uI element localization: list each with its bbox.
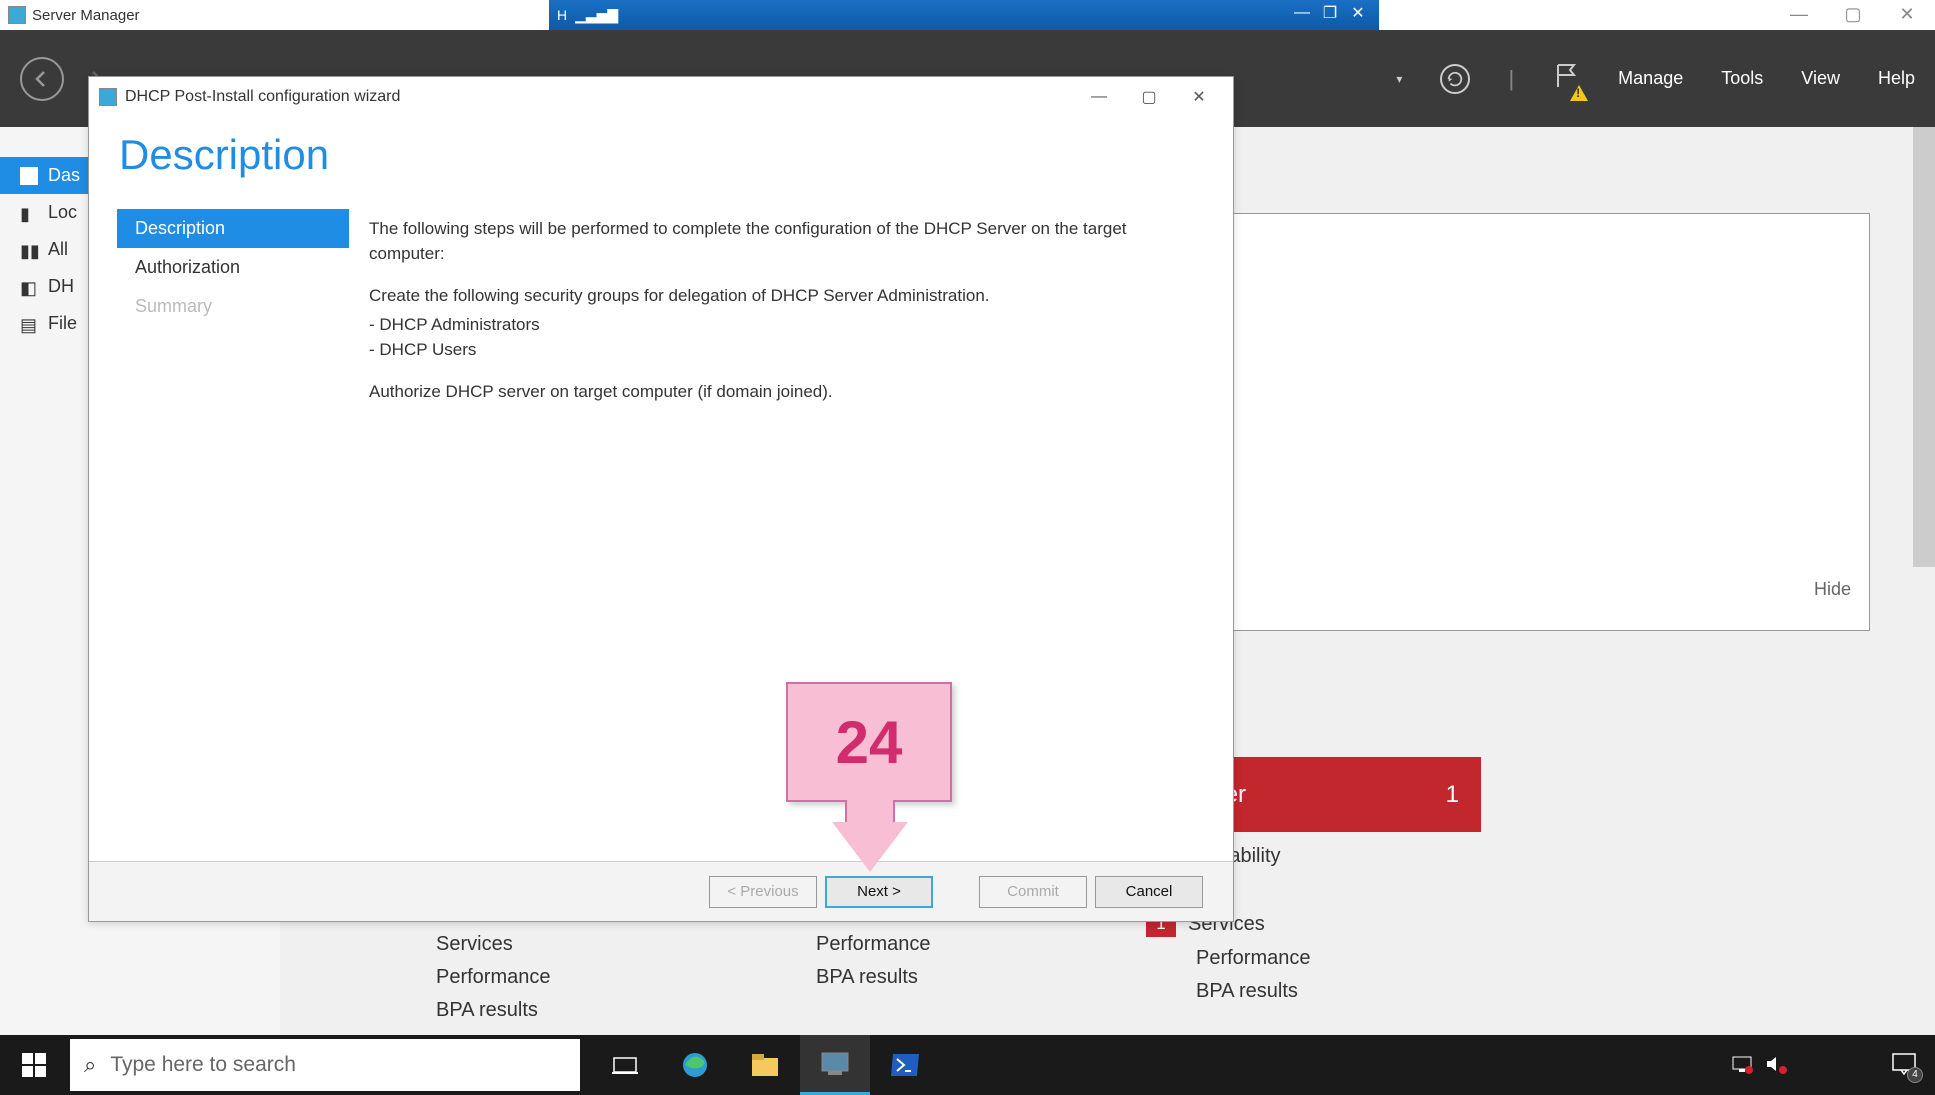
- vm-connection-bar: H ▁▃▅▇: [549, 0, 1379, 30]
- sidebar-item-label: All: [48, 239, 68, 260]
- list-item[interactable]: Performance: [436, 961, 551, 994]
- wizard-list-item: - DHCP Users: [369, 338, 1193, 363]
- outer-minimize-button[interactable]: —: [1781, 2, 1817, 26]
- menu-tools[interactable]: Tools: [1721, 68, 1763, 89]
- taskbar-apps: [590, 1035, 940, 1095]
- taskbar: ⌕ Type here to search 4: [0, 1035, 1935, 1095]
- back-button[interactable]: [20, 57, 64, 101]
- outer-window-title: Server Manager: [32, 7, 140, 24]
- wizard-text: Create the following security groups for…: [369, 284, 1193, 309]
- scrollbar-thumb[interactable]: [1913, 127, 1935, 567]
- wizard-steps-list: Description Authorization Summary: [89, 209, 349, 861]
- wizard-maximize-button[interactable]: ▢: [1125, 79, 1173, 115]
- menu-view[interactable]: View: [1801, 68, 1840, 89]
- servers-icon: ▮▮: [20, 241, 38, 259]
- network-icon[interactable]: [1731, 1054, 1753, 1077]
- previous-button: < Previous: [709, 876, 817, 908]
- wizard-text: The following steps will be performed to…: [369, 217, 1193, 266]
- wizard-window-controls: — ▢ ✕: [1075, 79, 1223, 115]
- wizard-list-item: - DHCP Administrators: [369, 313, 1193, 338]
- sidebar-item-label: File: [48, 313, 77, 334]
- server-manager-app[interactable]: [800, 1035, 870, 1095]
- separator: |: [1508, 66, 1514, 92]
- list-item[interactable]: Services: [436, 928, 551, 961]
- menu-manage[interactable]: Manage: [1618, 68, 1683, 89]
- explorer-app[interactable]: [730, 1035, 800, 1095]
- powershell-app[interactable]: [870, 1035, 940, 1095]
- vm-minimize-button[interactable]: —: [1290, 2, 1314, 24]
- sidebar-item-label: Loc: [48, 202, 77, 223]
- file-icon: ▤: [20, 315, 38, 333]
- vm-restore-button[interactable]: ❐: [1318, 2, 1342, 24]
- wizard-step-summary: Summary: [117, 287, 349, 326]
- dropdown-caret-icon[interactable]: ▾: [1396, 72, 1402, 86]
- vm-window-controls: — ❐ ✕: [1290, 2, 1370, 24]
- search-placeholder: Type here to search: [110, 1053, 296, 1077]
- start-button[interactable]: [0, 1035, 68, 1095]
- card-list-2: Performance BPA results: [816, 928, 931, 994]
- wizard-page-title: Description: [119, 131, 1203, 179]
- notifications-button[interactable]: 4: [1891, 1052, 1917, 1079]
- vm-net-icon: H: [557, 7, 567, 23]
- dashboard-icon: [20, 167, 38, 185]
- wizard-close-button[interactable]: ✕: [1175, 79, 1223, 115]
- next-button[interactable]: Next >: [825, 876, 933, 908]
- server-manager-icon: [8, 6, 26, 24]
- server-manager-menu: ▾ | Manage Tools View Help: [1396, 30, 1915, 127]
- outer-close-button[interactable]: ✕: [1889, 2, 1925, 26]
- wizard-icon: [99, 88, 117, 106]
- menu-help[interactable]: Help: [1878, 68, 1915, 89]
- commit-button: Commit: [979, 876, 1087, 908]
- sidebar-item-label: DH: [48, 276, 74, 297]
- search-icon: ⌕: [84, 1052, 96, 1078]
- warning-badge-icon: [1570, 85, 1588, 101]
- dhcp-wizard-window: DHCP Post-Install configuration wizard —…: [88, 76, 1234, 922]
- wizard-minimize-button[interactable]: —: [1075, 79, 1123, 115]
- vertical-scrollbar[interactable]: [1913, 127, 1935, 1035]
- taskbar-search[interactable]: ⌕ Type here to search: [70, 1039, 580, 1091]
- wizard-title: DHCP Post-Install configuration wizard: [125, 88, 400, 106]
- list-item[interactable]: BPA results: [436, 994, 551, 1027]
- list-item[interactable]: BPA results: [816, 961, 931, 994]
- wizard-step-description[interactable]: Description: [117, 209, 349, 248]
- notification-count-badge: 4: [1907, 1067, 1923, 1083]
- wizard-text: Authorize DHCP server on target computer…: [369, 380, 1193, 405]
- wizard-header: Description: [89, 117, 1233, 209]
- outer-maximize-button[interactable]: ▢: [1835, 2, 1871, 26]
- notifications-flag[interactable]: [1552, 62, 1580, 95]
- cancel-button[interactable]: Cancel: [1095, 876, 1203, 908]
- wizard-titlebar[interactable]: DHCP Post-Install configuration wizard —…: [89, 77, 1233, 117]
- wizard-footer: < Previous Next > Commit Cancel: [89, 861, 1233, 921]
- taskbar-tray: 4: [1731, 1052, 1935, 1079]
- wizard-body: Description Authorization Summary The fo…: [89, 209, 1233, 861]
- refresh-button[interactable]: [1440, 64, 1470, 94]
- server-icon: ▮: [20, 204, 38, 222]
- windows-icon: [22, 1053, 46, 1077]
- task-view-button[interactable]: [590, 1035, 660, 1095]
- list-item[interactable]: Performance: [1196, 942, 1311, 975]
- list-item[interactable]: Performance: [816, 928, 931, 961]
- volume-icon[interactable]: [1765, 1054, 1787, 1077]
- card-count: 1: [1446, 781, 1459, 809]
- vm-signal-icon: ▁▃▅▇: [575, 7, 618, 24]
- wizard-step-authorization[interactable]: Authorization: [117, 248, 349, 287]
- outer-window-controls: — ▢ ✕: [1781, 2, 1925, 26]
- wizard-content: The following steps will be performed to…: [349, 209, 1233, 861]
- hide-button[interactable]: Hide: [1814, 579, 1851, 600]
- list-item[interactable]: BPA results: [1196, 975, 1311, 1008]
- sidebar-item-label: Das: [48, 165, 80, 186]
- dhcp-icon: ◧: [20, 278, 38, 296]
- edge-app[interactable]: [660, 1035, 730, 1095]
- vm-close-button[interactable]: ✕: [1346, 2, 1370, 24]
- card-list-1: Services Performance BPA results: [436, 928, 551, 1027]
